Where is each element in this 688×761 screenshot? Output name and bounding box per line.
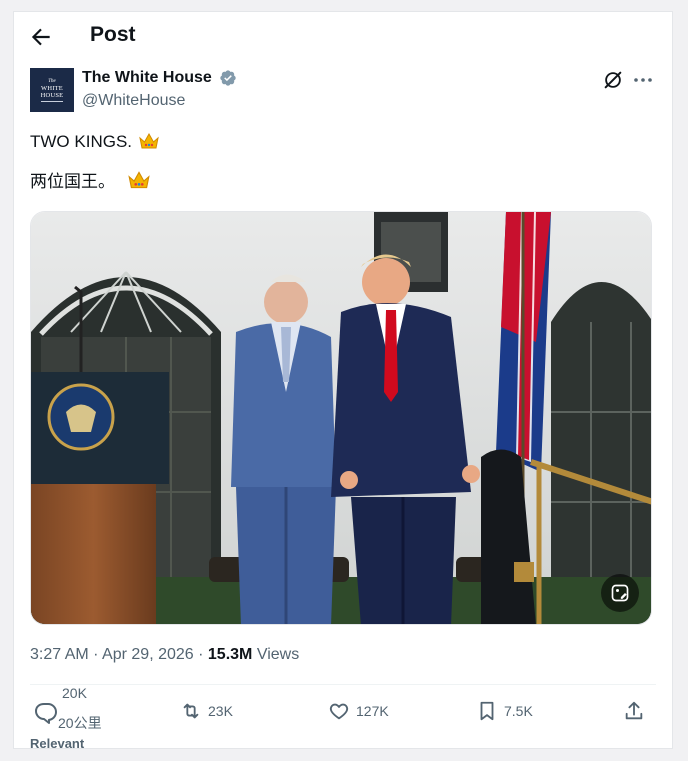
page-title: Post	[90, 23, 136, 46]
grok-icon	[604, 71, 622, 89]
avatar-rule	[41, 100, 63, 102]
avatar[interactable]: The WHITE HOUSE	[30, 68, 74, 112]
divider	[30, 684, 656, 685]
crown-icon	[138, 132, 160, 155]
tweet-text-line-2: 两位国王。	[30, 167, 151, 195]
tweet-text-line-1: TWO KINGS.	[30, 132, 160, 155]
sort-relevant-dropdown[interactable]: Relevant	[30, 736, 84, 748]
avatar-text-house: HOUSE	[40, 91, 64, 99]
bookmark-icon	[480, 701, 494, 721]
grok-button[interactable]	[602, 69, 624, 91]
bookmark-count: 7.5K	[504, 703, 533, 719]
verified-badge-icon	[219, 69, 237, 87]
heart-icon	[329, 703, 349, 720]
share-button[interactable]	[623, 700, 645, 722]
sort-relevant-label: Relevant	[30, 736, 85, 748]
meta-separator: ·	[193, 646, 208, 663]
tweet-text-english: TWO KINGS.	[30, 132, 132, 151]
more-dots-icon	[634, 78, 652, 82]
views-label: Views	[256, 646, 300, 663]
reply-count-secondary: 20公里	[58, 715, 102, 731]
views-count: 15.3M	[207, 646, 253, 663]
photo-illustration	[31, 212, 651, 624]
meta-separator: ·	[88, 646, 103, 663]
back-button[interactable]	[28, 24, 54, 50]
image-edit-button[interactable]	[601, 574, 639, 612]
image-edit-icon	[611, 584, 629, 602]
avatar-text-white: WHITE	[41, 84, 63, 92]
post-image[interactable]	[30, 211, 652, 625]
bookmark-button[interactable]: 7.5K	[476, 700, 533, 722]
tweet-text-chinese: 两位国王。	[30, 172, 115, 191]
post-time[interactable]: 3:27 AM	[30, 646, 89, 663]
arrow-left-icon	[31, 28, 50, 46]
repost-button[interactable]: 23K	[180, 700, 233, 722]
author-name[interactable]: The White House	[82, 69, 212, 87]
reply-button[interactable]	[34, 700, 58, 724]
reply-count: 20K	[62, 685, 87, 701]
repost-icon	[183, 703, 199, 719]
post-header: Post	[14, 12, 672, 62]
more-options-button[interactable]	[631, 68, 655, 92]
reply-icon	[35, 703, 57, 724]
author-handle[interactable]: @WhiteHouse	[82, 92, 185, 110]
share-icon	[625, 701, 643, 720]
crown-icon	[127, 170, 151, 195]
post-meta: 3:27 AM · Apr 29, 2026 · 15.3M Views	[30, 646, 299, 664]
post-card: Post The WHITE HOUSE The White House @Wh…	[14, 12, 672, 748]
like-button[interactable]: 127K	[328, 700, 389, 722]
post-date[interactable]: Apr 29, 2026	[102, 646, 194, 663]
like-count: 127K	[356, 703, 389, 719]
repost-count: 23K	[208, 703, 233, 719]
